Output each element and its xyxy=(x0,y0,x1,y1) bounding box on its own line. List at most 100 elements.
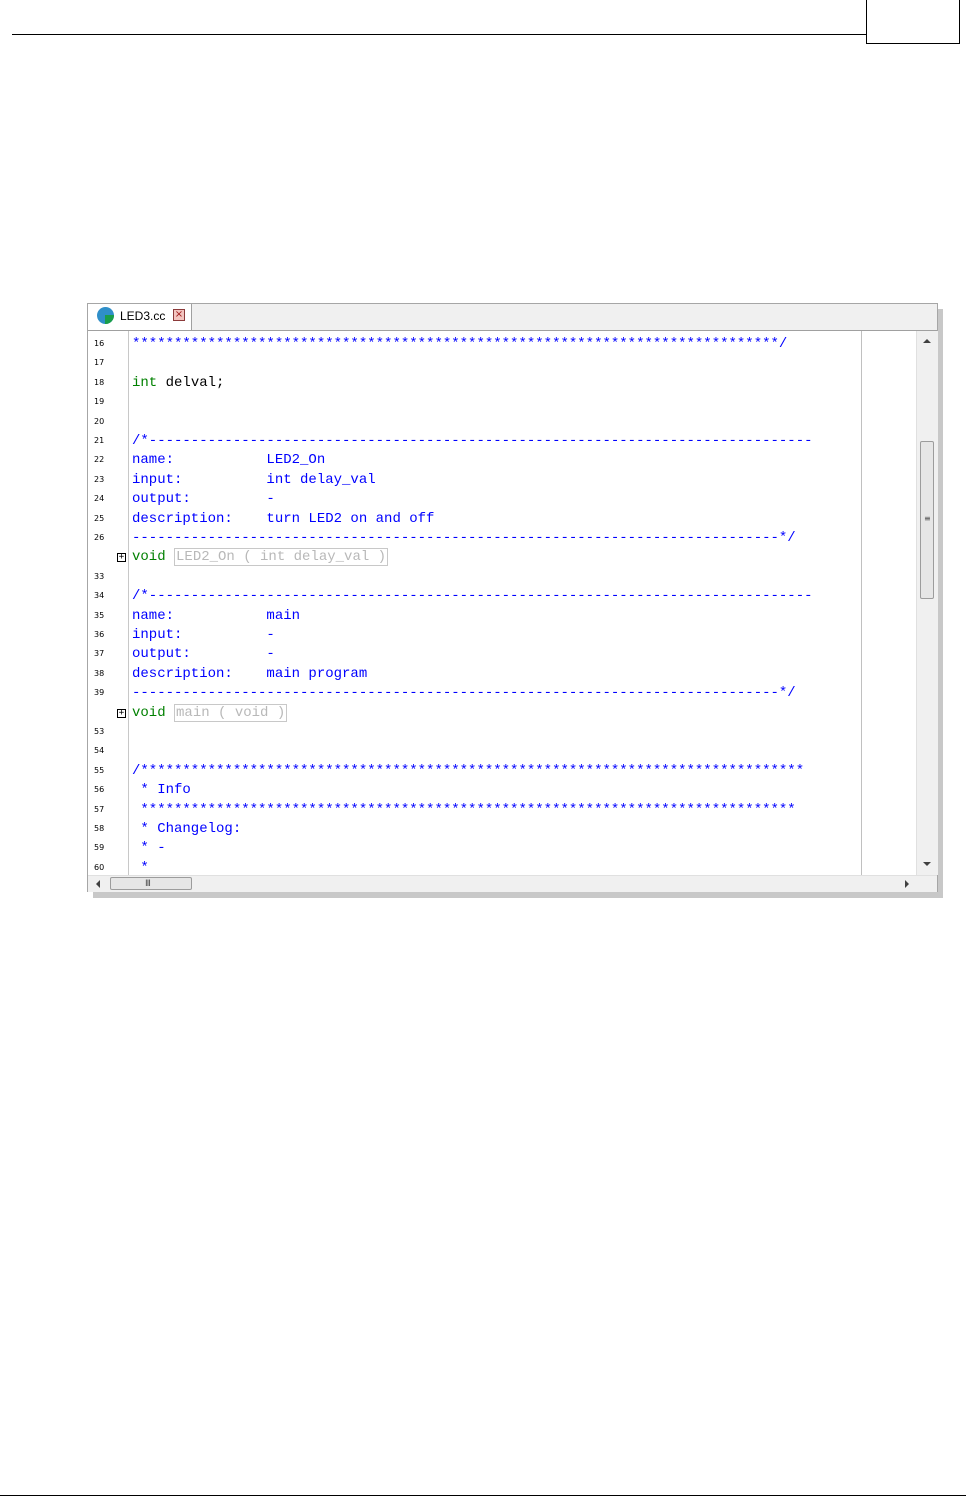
code-token: * - xyxy=(132,840,166,857)
code-line[interactable]: 39 --------------------------------------… xyxy=(88,685,861,704)
code-token: output: - xyxy=(132,646,275,663)
line-number: 53 xyxy=(94,727,105,736)
code-line[interactable]: 36 input: - xyxy=(88,627,861,646)
fold-expand-icon[interactable]: + xyxy=(117,553,126,563)
code-token: name: main xyxy=(132,607,301,624)
vertical-scroll-thumb[interactable]: ≡ xyxy=(920,441,934,599)
code-line[interactable]: 56 * Info xyxy=(88,782,861,801)
line-number: 36 xyxy=(94,630,105,639)
code-line[interactable]: 26 --------------------------------------… xyxy=(88,530,861,549)
code-text: ----------------------------------------… xyxy=(132,685,796,701)
code-text: * - xyxy=(132,840,166,857)
code-line[interactable]: 23 input: int delay_val xyxy=(88,472,861,491)
line-number: 38 xyxy=(94,668,105,678)
grip-icon: III xyxy=(145,879,151,889)
line-number: 24 xyxy=(94,494,105,504)
code-line[interactable]: 53 xyxy=(88,724,861,743)
code-line[interactable]: + void LED2_On ( int delay_val ) xyxy=(88,548,861,568)
code-line[interactable]: 59 * - xyxy=(88,840,861,859)
code-text: ----------------------------------------… xyxy=(132,530,796,546)
scroll-up-arrow-icon[interactable] xyxy=(923,339,931,343)
scroll-right-arrow-icon[interactable] xyxy=(905,880,909,888)
code-text: input: int delay_val xyxy=(132,472,376,488)
code-line[interactable]: 55 /*************************************… xyxy=(88,763,861,782)
line-number: 19 xyxy=(94,397,105,407)
code-text: /*--------------------------------------… xyxy=(132,433,813,449)
line-number: 21 xyxy=(94,436,105,445)
code-line[interactable]: 57 *************************************… xyxy=(88,802,861,821)
code-line[interactable]: 25 description: turn LED2 on and off xyxy=(88,511,861,530)
tab-bar: LED3.cc × xyxy=(88,304,937,331)
cc-file-icon xyxy=(97,307,114,324)
code-token: name: LED2_On xyxy=(132,452,326,469)
line-number: 34 xyxy=(94,591,105,601)
code-token: int xyxy=(132,374,158,391)
editor-window: LED3.cc × 16 ****************************… xyxy=(87,303,938,892)
code-token: /*--------------------------------------… xyxy=(132,588,813,605)
code-line[interactable]: 22 name: LED2_On xyxy=(88,452,861,471)
vertical-scrollbar[interactable]: ≡ xyxy=(916,331,938,875)
code-text: * Changelog: xyxy=(132,821,241,837)
code-line[interactable]: 21 /*------------------------------------… xyxy=(88,433,861,452)
code-line[interactable]: + void main ( void ) xyxy=(88,703,861,724)
code-line[interactable]: 34 /*------------------------------------… xyxy=(88,588,861,607)
grip-icon: ≡ xyxy=(924,514,931,523)
code-editor[interactable]: 16 **************************************… xyxy=(88,331,937,875)
code-line[interactable]: 16 **************************************… xyxy=(88,336,861,355)
code-line[interactable]: 17 xyxy=(88,355,861,374)
page-header-rule xyxy=(12,34,867,35)
code-line[interactable]: 58 * Changelog: xyxy=(88,821,861,840)
code-line[interactable]: 37 output: - xyxy=(88,646,861,665)
code-token: ****************************************… xyxy=(132,801,796,818)
code-line[interactable]: 20 xyxy=(88,414,861,433)
line-number: 59 xyxy=(94,843,105,853)
code-token: void xyxy=(132,704,166,721)
tab-led3-cc[interactable]: LED3.cc × xyxy=(88,304,192,330)
code-line[interactable]: 24 output: - xyxy=(88,491,861,510)
code-line[interactable]: 60 * xyxy=(88,860,861,875)
horizontal-scrollbar[interactable]: III xyxy=(88,875,937,892)
code-line[interactable]: 19 xyxy=(88,394,861,413)
code-text: output: - xyxy=(132,646,275,662)
line-number: 39 xyxy=(94,688,105,698)
line-number: 54 xyxy=(94,746,105,756)
code-text: name: LED2_On xyxy=(132,452,325,468)
code-line[interactable]: 18 int delval; xyxy=(88,375,861,394)
line-number: 35 xyxy=(94,610,105,620)
code-token: input: - xyxy=(132,627,275,643)
folded-code-block[interactable]: main ( void ) xyxy=(174,703,288,722)
line-number: 58 xyxy=(94,824,105,833)
folded-code-block[interactable]: LED2_On ( int delay_val ) xyxy=(174,548,389,567)
code-text: name: main xyxy=(132,608,300,624)
line-number: 20 xyxy=(94,416,105,426)
scroll-left-arrow-icon[interactable] xyxy=(96,880,100,888)
code-line[interactable]: 35 name: main xyxy=(88,608,861,627)
code-text: void main ( void ) xyxy=(132,703,288,722)
code-text: /*--------------------------------------… xyxy=(132,588,813,604)
code-line[interactable]: 33 xyxy=(88,569,861,588)
scroll-down-arrow-icon[interactable] xyxy=(923,862,931,866)
fold-expand-icon[interactable]: + xyxy=(117,708,126,718)
right-margin-line xyxy=(861,331,862,875)
code-token: input: int delay_val xyxy=(132,471,376,488)
line-number: 22 xyxy=(94,455,105,465)
code-token: description: main program xyxy=(132,665,368,682)
code-line[interactable]: 38 description: main program xyxy=(88,666,861,685)
code-line[interactable]: 54 xyxy=(88,743,861,762)
code-token: ****************************************… xyxy=(132,336,788,352)
close-icon[interactable]: × xyxy=(173,309,185,321)
line-number: 60 xyxy=(94,862,105,872)
code-text: description: main program xyxy=(132,666,367,682)
code-text: /***************************************… xyxy=(132,763,804,779)
code-token: void xyxy=(132,549,166,566)
tab-label: LED3.cc xyxy=(120,309,166,323)
horizontal-scroll-thumb[interactable]: III xyxy=(110,877,192,890)
code-text: int delval; xyxy=(132,375,224,391)
code-token: /***************************************… xyxy=(132,762,805,779)
code-text: ****************************************… xyxy=(132,336,787,352)
code-text: * xyxy=(132,860,148,875)
line-number: 55 xyxy=(94,765,105,775)
code-token: ----------------------------------------… xyxy=(132,530,796,546)
